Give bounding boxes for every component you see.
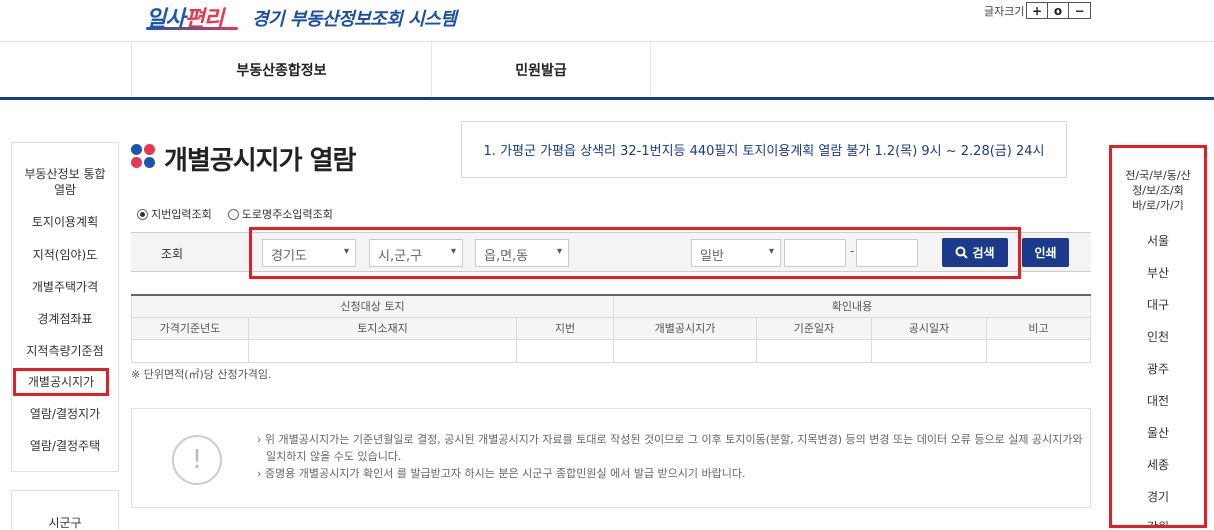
font-size-reset-button[interactable]: o xyxy=(1048,3,1069,18)
col-header-land-price: 개별공시지가 xyxy=(613,316,757,340)
col-header-announce-date: 공시일자 xyxy=(871,316,987,340)
info-text: › 위 개별공시지가는 기준년월일로 결정, 공시된 개별공시지가 자료를 토대… xyxy=(257,433,1083,480)
sidebar-item-house-price[interactable]: 개별주택가격 xyxy=(12,279,118,295)
search-label: 조회 xyxy=(161,247,184,261)
region-link-incheon[interactable]: 인천 xyxy=(1112,328,1204,345)
region-link-busan[interactable]: 부산 xyxy=(1112,264,1204,281)
nav-item-civil-documents[interactable]: 민원발급 xyxy=(431,42,651,97)
result-table: 신청대상 토지 확인내용 가격기준년도 토지소재지 지번 개별공시지가 기준일자… xyxy=(131,294,1091,363)
region-link-gangwon[interactable]: 강원 xyxy=(1112,518,1204,525)
region-link-gwangju[interactable]: 광주 xyxy=(1112,360,1204,377)
col-header-base-date: 기준일자 xyxy=(756,316,872,340)
group-header-confirmation: 확인내용 xyxy=(613,294,1091,318)
exclamation-icon: ! xyxy=(172,435,222,485)
sidebar-item-cadastral-map[interactable]: 지적(임야)도 xyxy=(12,247,118,263)
group-header-target-land: 신청대상 토지 xyxy=(131,294,614,318)
radio-road-address-label: 도로명주소입력조회 xyxy=(241,208,333,221)
sidebar-item-land-price[interactable]: 개별공시지가 xyxy=(13,368,109,396)
region-link-daejeon[interactable]: 대전 xyxy=(1112,392,1204,409)
col-header-lot-number: 지번 xyxy=(516,316,614,340)
right-sidebar-heading: 전/국/부/동/산 정/보/조/회 바/로/가/기 xyxy=(1125,169,1191,212)
region-link-daegu[interactable]: 대구 xyxy=(1112,296,1204,313)
search-mode-radios: 지번입력조회 도로명주소입력조회 xyxy=(137,206,333,222)
header: 일사편리 경기 부동산정보조회 시스템 글자크기 + o − xyxy=(0,0,1214,42)
font-size-decrease-button[interactable]: − xyxy=(1069,3,1090,18)
region-link-sejong[interactable]: 세종 xyxy=(1112,456,1204,473)
sidebar-item-integrated[interactable]: 부동산정보 통합 열람 xyxy=(12,166,118,198)
notice-banner[interactable]: 1. 가평군 가평읍 상색리 32-1번지등 440필지 토지이용계획 열람 불… xyxy=(461,121,1067,178)
sidebar-item-boundary-coords[interactable]: 경계점좌표 xyxy=(12,311,118,327)
radio-road-address[interactable] xyxy=(227,208,239,220)
radio-jibun[interactable] xyxy=(137,208,148,220)
sidebar-item-decided-house[interactable]: 열람/결정주택 xyxy=(12,438,118,454)
col-header-year: 가격기준년도 xyxy=(131,316,249,340)
font-size-controls: + o − xyxy=(1026,2,1091,19)
table-row xyxy=(131,338,1091,363)
print-button[interactable]: 인쇄 xyxy=(1022,238,1069,267)
info-box: ! › 위 개별공시지가는 기준년월일로 결정, 공시된 개별공시지가 자료를 … xyxy=(131,408,1091,508)
main-nav: 부동산종합정보 민원발급 xyxy=(0,42,1214,100)
region-link-seoul[interactable]: 서울 xyxy=(1112,232,1204,249)
unit-note: ※ 단위면적(㎡)당 산정가격임. xyxy=(131,368,272,381)
site-title[interactable]: 경기 부동산정보조회 시스템 xyxy=(252,5,457,31)
sidebar-item-decided-land-price[interactable]: 열람/결정지가 xyxy=(12,406,118,422)
title-dots-icon xyxy=(131,144,157,170)
col-header-location: 토지소재지 xyxy=(248,316,517,340)
font-size-increase-button[interactable]: + xyxy=(1027,3,1048,18)
radio-jibun-label: 지번입력조회 xyxy=(151,208,212,221)
right-sidebar-national-links: 전/국/부/동/산 정/보/조/회 바/로/가/기 서울 부산 대구 인천 광주… xyxy=(1109,145,1207,528)
region-link-ulsan[interactable]: 울산 xyxy=(1112,424,1204,441)
sidebar-item-sigungu[interactable]: 시군구 xyxy=(12,514,118,530)
region-link-gyeonggi[interactable]: 경기 xyxy=(1112,488,1204,505)
nav-item-real-estate-info[interactable]: 부동산종합정보 xyxy=(131,42,431,97)
page-title: 개별공시지가 열람 xyxy=(164,146,356,176)
left-sidebar-section2: 시군구 xyxy=(11,490,119,530)
search-highlight-box xyxy=(249,227,1021,279)
sidebar-item-survey-points[interactable]: 지적측량기준점 xyxy=(12,343,118,359)
logo-underline xyxy=(146,27,238,30)
sidebar-item-land-use[interactable]: 토지이용계획 xyxy=(12,214,118,230)
font-size-label: 글자크기 xyxy=(984,5,1025,18)
col-header-remarks: 비고 xyxy=(986,316,1091,340)
left-sidebar: 부동산정보 통합 열람 토지이용계획 지적(임야)도 개별주택가격 경계점좌표 … xyxy=(11,142,119,472)
